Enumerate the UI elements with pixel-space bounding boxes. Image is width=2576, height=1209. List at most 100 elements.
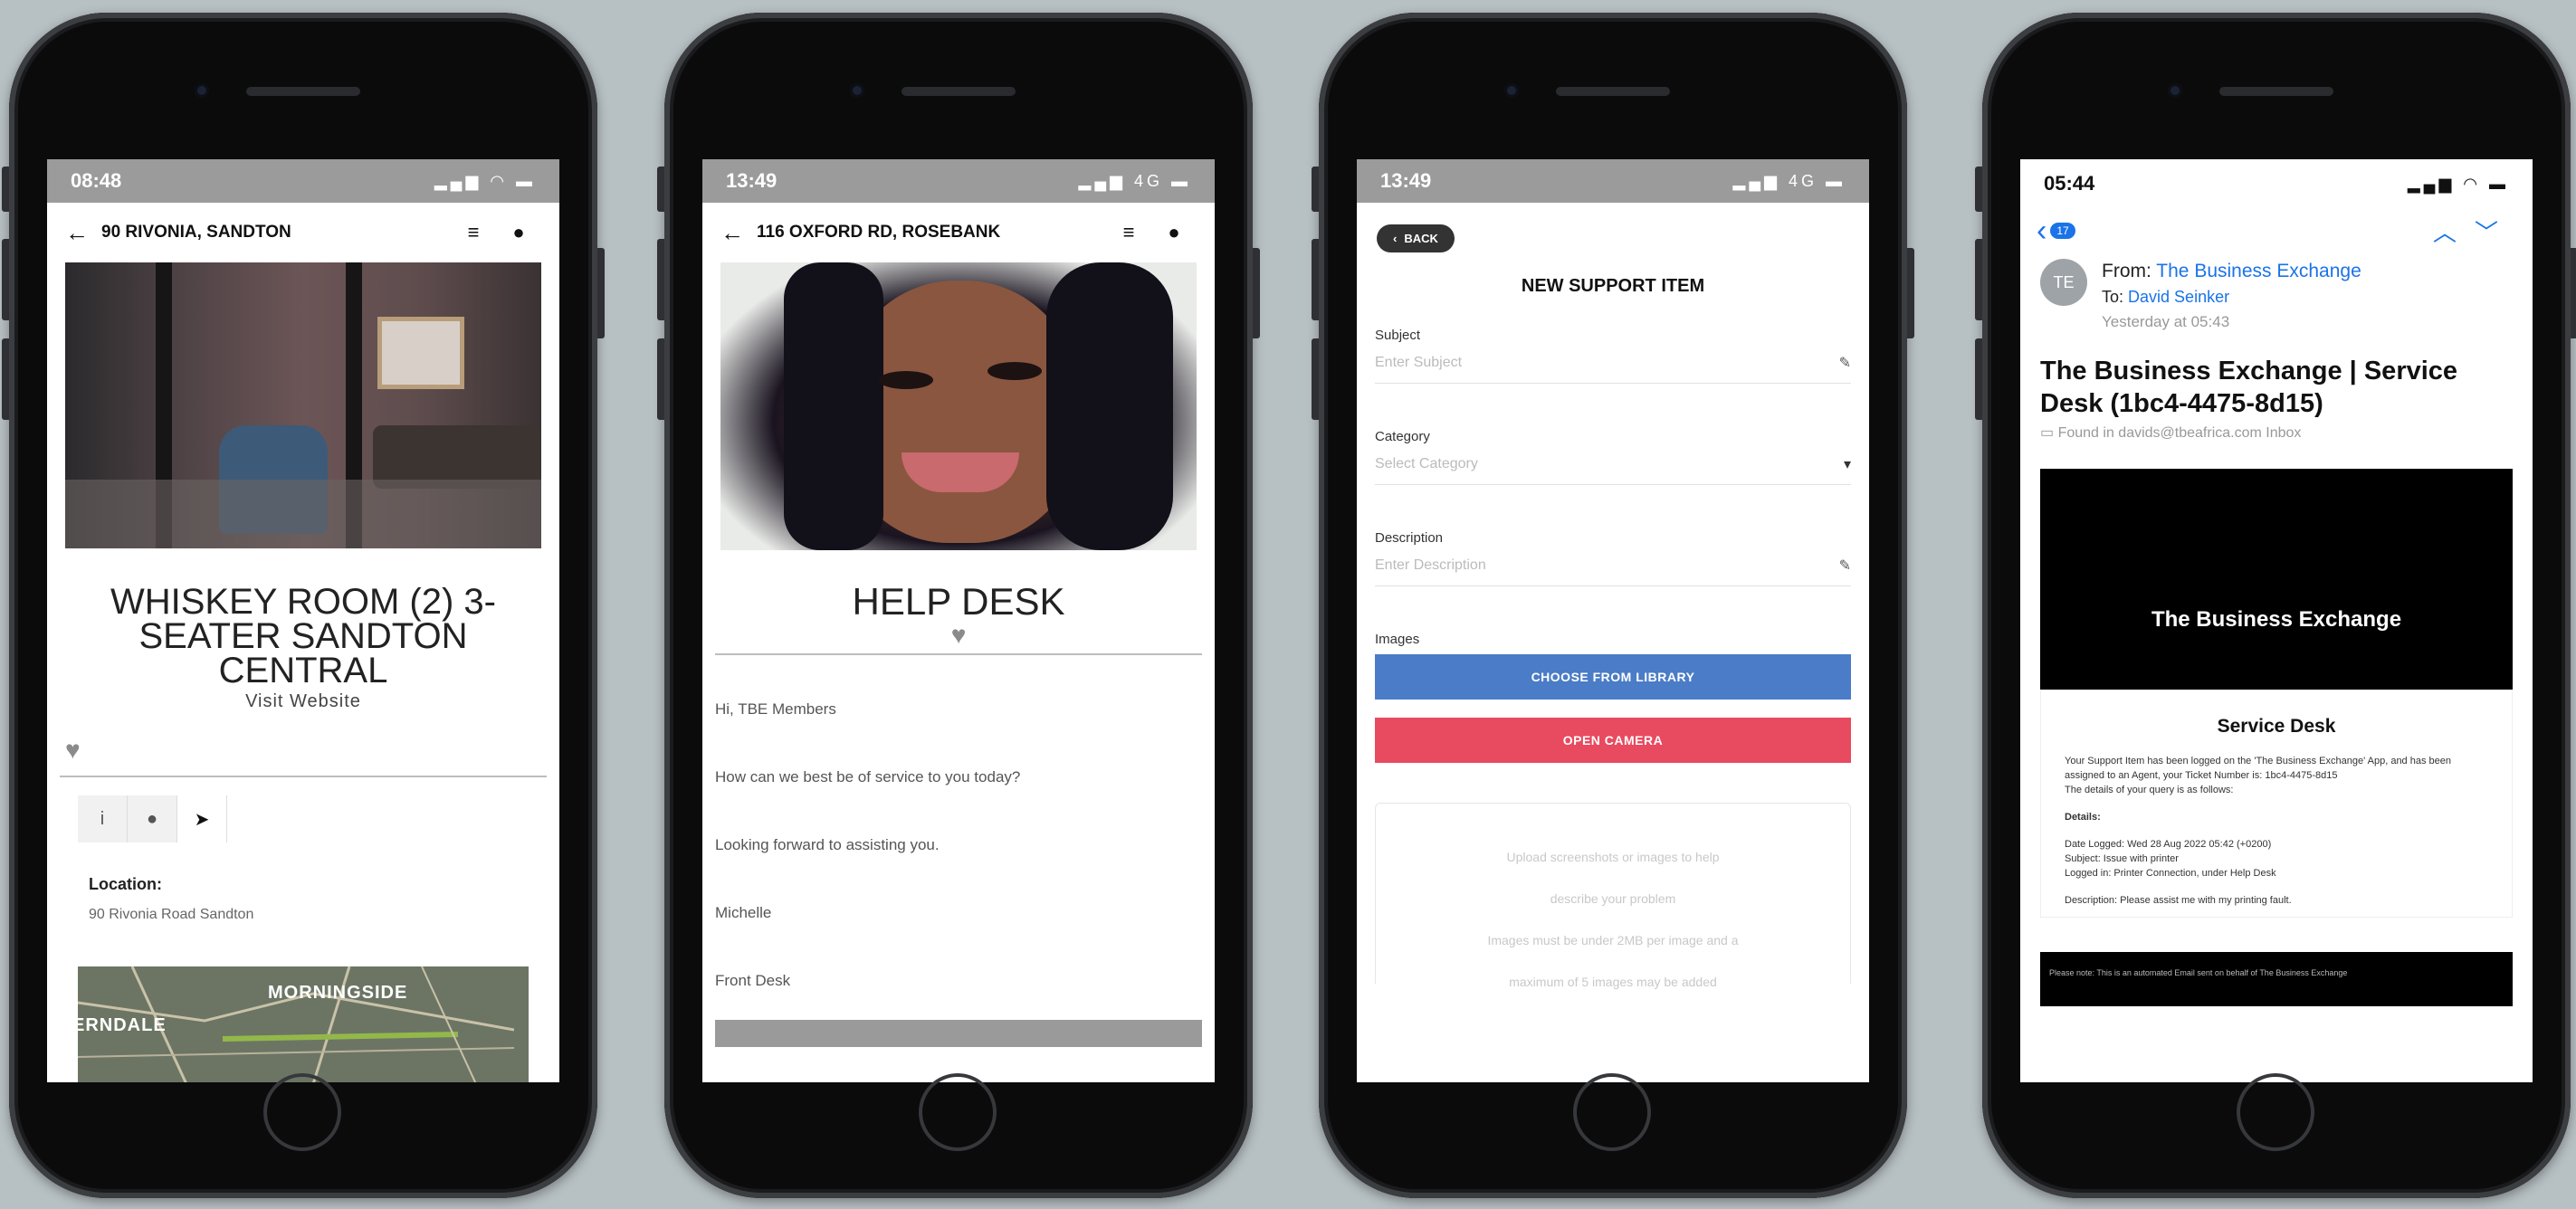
detail-line: Date Logged: Wed 28 Aug 2022 05:42 (+020… [2065, 839, 2272, 850]
volume-down-button [657, 338, 664, 420]
volume-up-button [1312, 239, 1319, 320]
category-placeholder: Select Category [1375, 456, 1478, 471]
room-photo [65, 262, 541, 548]
home-button[interactable] [263, 1073, 341, 1151]
message-line: Hi, TBE Members [715, 700, 836, 718]
volume-up-button [2, 239, 9, 320]
hair-left [784, 262, 883, 550]
eye-left [879, 371, 933, 389]
mute-switch [657, 167, 664, 212]
listing-title: WHISKEY ROOM (2) 3-SEATER SANDTON CENTRA… [110, 582, 496, 690]
front-camera [1504, 83, 1519, 98]
screen: 13:49 ▂▄▆ 4G ▬ ← 116 OXFORD RD, ROSEBANK… [702, 159, 1215, 1082]
form-title: NEW SUPPORT ITEM [1521, 276, 1705, 296]
subject-label: Subject [1375, 328, 1421, 343]
from-label: From: [2102, 261, 2151, 281]
detail-line: Description: Please assist me with my pr… [2065, 895, 2292, 906]
status-time: 08:48 [71, 169, 122, 192]
mail-subject: The Business Exchange | Service Desk (1b… [2040, 357, 2458, 418]
message-line: Michelle [715, 903, 772, 921]
menu-icon[interactable]: ≡ [451, 221, 496, 244]
favorite-heart-icon[interactable]: ♥ [65, 736, 81, 764]
address-title: 90 RIVONIA, SANDTON [101, 223, 291, 242]
description-label: Description [1375, 530, 1444, 546]
detail-tabs: i ● ➤ [78, 795, 529, 842]
info-icon[interactable]: i [78, 795, 128, 842]
mail-back-button[interactable]: ‹ 17 [2037, 214, 2075, 249]
app-bar: ← 90 RIVONIA, SANDTON ≡ ● [47, 203, 559, 262]
body-text: Your Support Item has been logged on the… [2065, 756, 2451, 781]
app-bar: ← 116 OXFORD RD, ROSEBANK ≡ ● [702, 203, 1215, 262]
to-name[interactable]: David Seinker [2128, 288, 2229, 306]
power-button [597, 248, 605, 338]
front-camera [2168, 83, 2182, 98]
avatar: TE [2040, 259, 2087, 306]
description-placeholder: Enter Description [1375, 557, 1486, 573]
hint-line: maximum of 5 images may be added [1509, 975, 1717, 989]
mail-date: Yesterday at 05:43 [2102, 313, 2230, 330]
choose-from-library-button[interactable]: CHOOSE FROM LIBRARY [1375, 654, 1851, 700]
mail-nav-bar: ‹ 17 ︿﹀ [2020, 208, 2533, 253]
message-line: Looking forward to assisting you. [715, 835, 940, 853]
signal-wifi-battery-icon: ▂▄▆ ◠ ▬ [434, 171, 536, 190]
email-body: Service Desk Your Support Item has been … [2040, 690, 2513, 918]
unread-badge: 17 [2050, 223, 2075, 239]
body-text: The details of your query is as follows: [2065, 785, 2234, 795]
agent-photo [720, 262, 1197, 550]
banner-text: The Business Exchange [2151, 607, 2402, 632]
phone-3: 13:49 ▂▄▆ 4G ▬ ‹ BACK NEW SUPPORT ITEM S… [1312, 13, 1914, 1198]
image-dropzone[interactable]: Upload screenshots or images to help des… [1375, 803, 1851, 989]
power-button [1907, 248, 1914, 338]
action-bar[interactable] [715, 1020, 1202, 1047]
hair-right [1046, 262, 1173, 550]
category-select[interactable]: Select Category ▾ [1375, 444, 1851, 485]
caret-down-icon: ▾ [1843, 457, 1851, 472]
eye-right [987, 362, 1042, 380]
signal-battery-icon: ▂▄▆ 4G ▬ [1732, 171, 1846, 190]
visit-website-link[interactable]: Visit Website [47, 691, 559, 712]
back-label: BACK [1404, 232, 1438, 245]
status-time: 13:49 [726, 169, 778, 192]
volume-down-button [1312, 338, 1319, 420]
open-camera-button[interactable]: OPEN CAMERA [1375, 718, 1851, 763]
menu-icon[interactable]: ≡ [1106, 221, 1151, 244]
user-icon[interactable]: ● [1151, 221, 1197, 244]
subject-input[interactable]: Enter Subject ✎ [1375, 343, 1851, 384]
mailbox-icon: ▭ [2040, 425, 2055, 441]
back-button[interactable]: ‹ BACK [1377, 224, 1455, 252]
back-arrow-icon[interactable]: ← [65, 219, 101, 247]
mute-switch [2, 167, 9, 212]
category-label: Category [1375, 429, 1430, 444]
found-in-text: Found in davids@tbeafrica.com Inbox [2057, 425, 2302, 441]
phone-1: 08:48 ▂▄▆ ◠ ▬ ← 90 RIVONIA, SANDTON ≡ ● … [2, 13, 605, 1198]
from-name[interactable]: The Business Exchange [2156, 261, 2361, 281]
location-map[interactable]: MORNINGSIDE ERNDALE [78, 966, 529, 1082]
screen: 08:48 ▂▄▆ ◠ ▬ ← 90 RIVONIA, SANDTON ≡ ● … [47, 159, 559, 1082]
mute-switch [1312, 167, 1319, 212]
home-button[interactable] [1573, 1073, 1651, 1151]
volume-up-button [657, 239, 664, 320]
volume-down-button [1975, 338, 1982, 420]
home-button[interactable] [919, 1073, 997, 1151]
to-label: To: [2102, 288, 2124, 306]
message-line: Front Desk [715, 971, 791, 989]
back-arrow-icon[interactable]: ← [720, 219, 757, 247]
up-down-arrows-icon[interactable]: ︿﹀ [2433, 214, 2516, 248]
user-icon[interactable]: ● [496, 221, 541, 244]
map-label-morningside: MORNINGSIDE [268, 983, 408, 1003]
description-input[interactable]: Enter Description ✎ [1375, 546, 1851, 586]
chat-icon[interactable]: ● [128, 795, 177, 842]
location-value: 90 Rivonia Road Sandton [89, 907, 254, 922]
floor [65, 480, 541, 548]
home-button[interactable] [2237, 1073, 2314, 1151]
hint-line: describe your problem [1550, 891, 1676, 906]
power-button [1253, 248, 1260, 338]
service-desk-heading: Service Desk [2217, 716, 2336, 737]
divider [60, 776, 547, 777]
location-arrow-icon[interactable]: ➤ [177, 795, 227, 842]
earpiece-speaker [2219, 87, 2333, 96]
earpiece-speaker [902, 87, 1016, 96]
favorite-heart-icon[interactable]: ♥ [951, 621, 967, 649]
wall-art [377, 317, 464, 389]
details-label: Details: [2065, 812, 2101, 823]
